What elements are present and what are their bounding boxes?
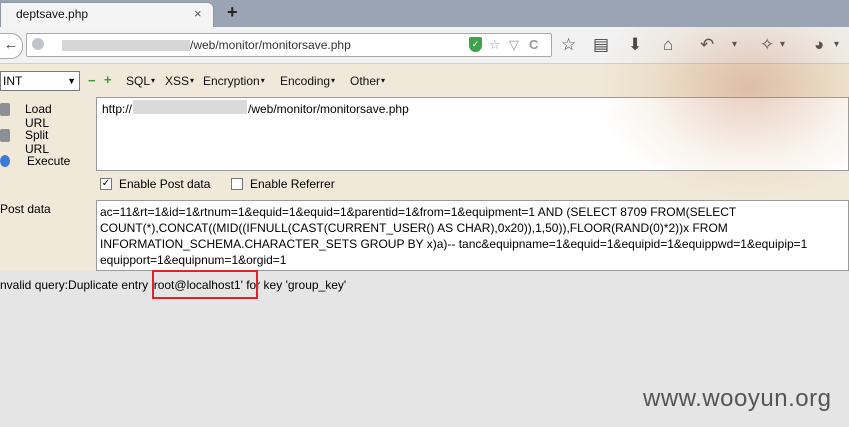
post-data-line: INFORMATION_SCHEMA.CHARACTER_SETS GROUP …	[100, 237, 808, 251]
url-field-path: /web/monitor/monitorsave.php	[248, 102, 409, 116]
hackbar-url-field[interactable]: http:// /web/monitor/monitorsave.php	[96, 97, 849, 171]
int-select[interactable]: INT ▼	[0, 71, 80, 91]
menu-sql[interactable]: SQL▾	[126, 74, 155, 88]
execute-icon	[0, 155, 10, 167]
menu-encryption[interactable]: Encryption▾	[203, 74, 265, 88]
menu-encoding[interactable]: Encoding▾	[280, 74, 335, 88]
bookmark-star-icon[interactable]: ☆	[561, 35, 576, 55]
chevron-down-icon[interactable]: ▾	[780, 39, 785, 50]
tab-deptsave[interactable]: deptsave.php ×	[0, 2, 214, 27]
hackbar-panel: INT ▼ − + SQL▾ XSS▾ Encryption▾ Encoding…	[0, 64, 849, 271]
increase-icon[interactable]: +	[104, 72, 112, 87]
highlight-box	[152, 270, 258, 299]
url-field-host-redacted	[133, 100, 247, 114]
history-dropdown-icon[interactable]: ▽	[509, 37, 519, 53]
chevron-down-icon[interactable]: ▾	[834, 39, 839, 50]
home-icon[interactable]: ⌂	[663, 35, 673, 55]
bookmark-star-icon[interactable]: ☆	[489, 37, 501, 53]
split-url-icon	[0, 129, 10, 142]
url-host-redacted	[62, 40, 190, 51]
split-url-label: Split URL	[25, 128, 50, 156]
site-identity-icon[interactable]	[32, 38, 44, 50]
enable-post-label: Enable Post data	[119, 177, 211, 191]
decrease-icon[interactable]: −	[88, 73, 96, 88]
hackbar-menu: INT ▼ − + SQL▾ XSS▾ Encryption▾ Encoding…	[0, 71, 849, 93]
post-data-line: ac=11&rt=1&id=1&rtnum=1&equid=1&equid=1&…	[100, 205, 737, 219]
close-tab-icon[interactable]: ×	[194, 6, 202, 21]
undo-icon[interactable]: ↶	[700, 35, 714, 55]
back-arrow-icon[interactable]: ←	[0, 33, 23, 59]
int-select-value: INT	[3, 74, 23, 88]
reading-list-icon[interactable]: ▤	[593, 35, 609, 55]
menu-encryption-label: Encryption	[203, 74, 260, 88]
execute-label: Execute	[27, 154, 71, 168]
menu-encoding-label: Encoding	[280, 74, 331, 88]
checkbox-checked-icon[interactable]: ✓	[100, 178, 112, 190]
post-data-line: COUNT(*),CONCAT((MID((IFNULL(CAST(CURREN…	[100, 221, 728, 235]
menu-xss-label: XSS	[165, 74, 190, 88]
watermark: www.wooyun.org	[643, 385, 832, 412]
post-data-line: equipport=1&equipnum=1&orgid=1	[100, 253, 287, 267]
menu-other-label: Other	[350, 74, 381, 88]
navigation-bar: ← /web/monitor/monitorsave.php ✓ ☆ ▽ C ☆…	[0, 27, 849, 64]
load-url-label: Load URL	[25, 102, 52, 130]
new-tab-icon[interactable]: +	[227, 2, 238, 23]
post-data-label: Post data	[0, 202, 51, 216]
menu-sql-label: SQL	[126, 74, 151, 88]
download-icon[interactable]: ⬇	[628, 35, 642, 55]
menu-other[interactable]: Other▾	[350, 74, 385, 88]
chevron-down-icon: ▼	[67, 76, 76, 86]
enable-referrer-label: Enable Referrer	[250, 177, 335, 191]
address-bar[interactable]: /web/monitor/monitorsave.php ✓ ☆ ▽ C	[26, 33, 552, 57]
load-url-icon	[0, 103, 10, 116]
url-field-prefix: http://	[102, 102, 133, 116]
globe-menu-icon[interactable]: ◕	[814, 35, 824, 55]
post-data-field[interactable]: ac=11&rt=1&id=1&rtnum=1&equid=1&equid=1&…	[96, 200, 849, 271]
checkbox-unchecked-icon[interactable]	[231, 178, 243, 190]
tab-title: deptsave.php	[16, 7, 89, 21]
extension-icon[interactable]: ✧	[760, 35, 774, 55]
security-shield-icon[interactable]: ✓	[469, 37, 482, 52]
tab-strip: deptsave.php × +	[0, 0, 849, 27]
url-path: /web/monitor/monitorsave.php	[190, 38, 351, 52]
reload-icon[interactable]: C	[529, 37, 538, 52]
chevron-down-icon[interactable]: ▾	[732, 39, 737, 50]
menu-xss[interactable]: XSS▾	[165, 74, 194, 88]
